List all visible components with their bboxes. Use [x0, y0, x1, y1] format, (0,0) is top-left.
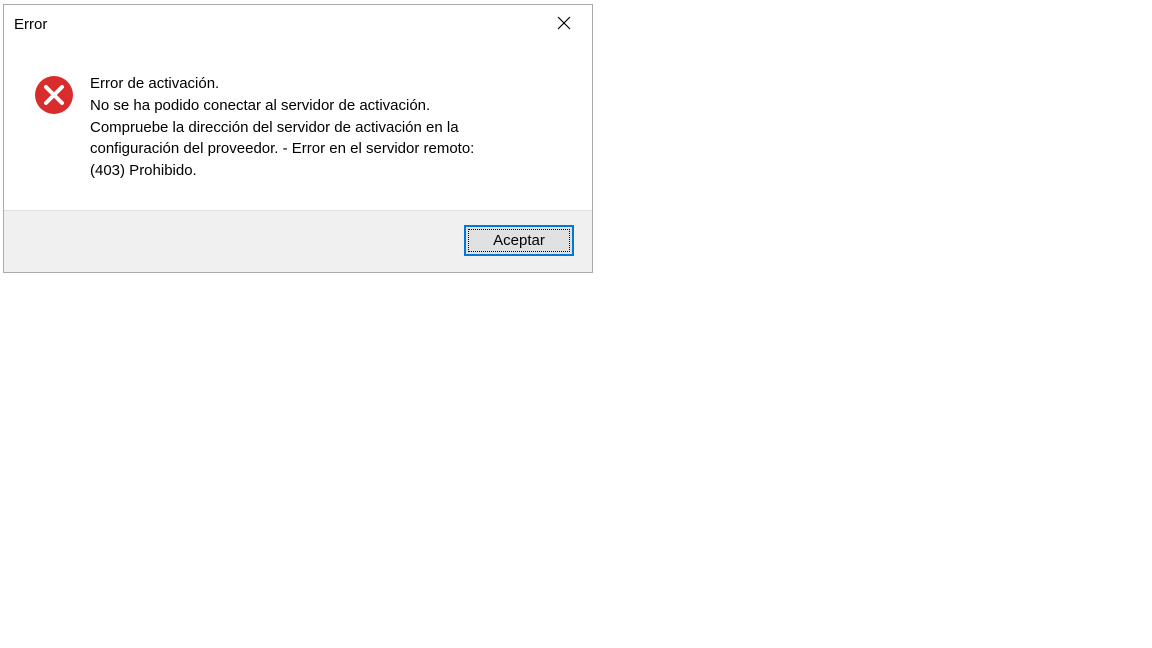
- error-message: Error de activación. No se ha podido con…: [90, 73, 474, 182]
- content-area: Error de activación. No se ha podido con…: [4, 43, 592, 210]
- accept-button[interactable]: Aceptar: [464, 225, 574, 256]
- close-button[interactable]: [542, 9, 586, 39]
- error-dialog: Error Error de activación. No se ha podi…: [3, 4, 593, 273]
- dialog-footer: Aceptar: [4, 210, 592, 272]
- titlebar: Error: [4, 5, 592, 43]
- error-icon: [34, 75, 74, 115]
- close-icon: [557, 16, 571, 33]
- dialog-title: Error: [14, 16, 47, 33]
